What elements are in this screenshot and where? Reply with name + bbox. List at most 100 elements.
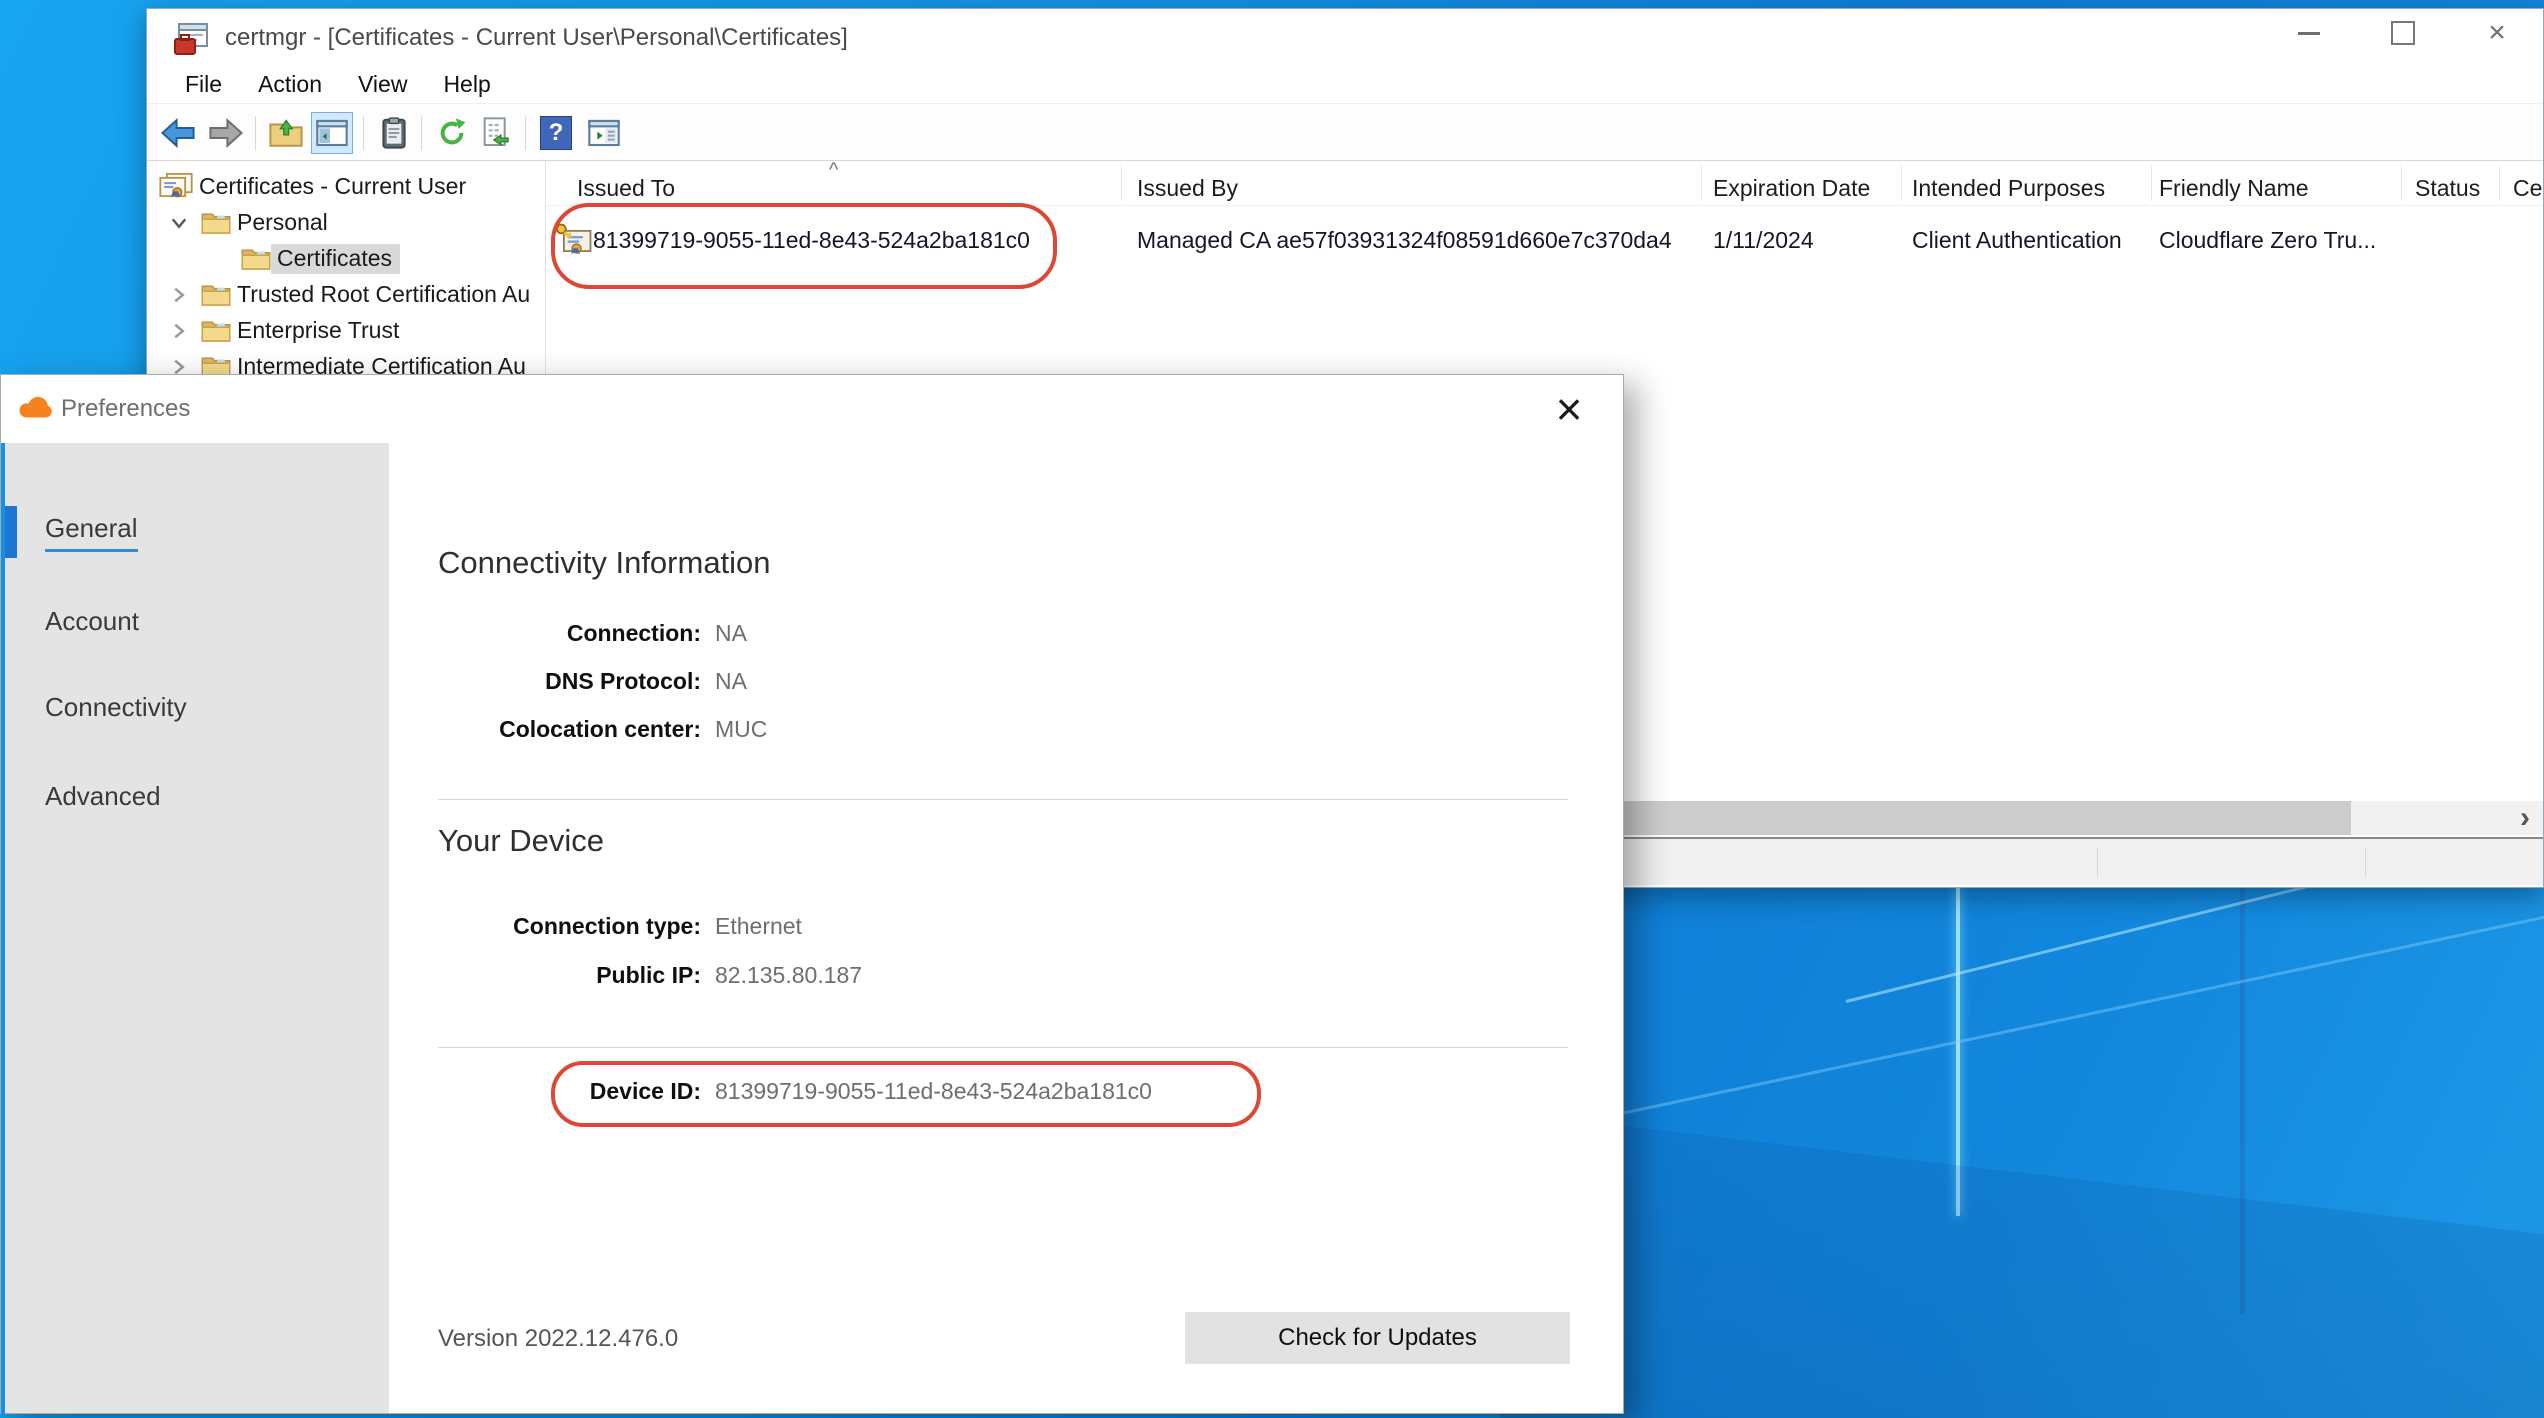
- close-icon: ×: [2488, 18, 2506, 48]
- close-button[interactable]: ×: [2473, 11, 2521, 55]
- wallpaper-shading: [1500, 980, 2544, 1418]
- sidebar-item-advanced[interactable]: Advanced: [5, 770, 389, 822]
- certmgr-menubar: File Action View Help: [147, 67, 2543, 103]
- chevron-collapsed-icon: [169, 321, 189, 341]
- show-console-tree-button[interactable]: [311, 112, 353, 154]
- field-label: Colocation center:: [361, 716, 701, 743]
- export-list-icon: [482, 117, 514, 149]
- field-label: Device ID:: [361, 1078, 701, 1105]
- field-value: 82.135.80.187: [715, 962, 862, 989]
- device-id-value: 81399719-9055-11ed-8e43-524a2ba181c0: [715, 1078, 1152, 1105]
- minimize-button[interactable]: [2285, 11, 2333, 55]
- wallpaper-beam: [1560, 905, 2544, 1128]
- desktop: certmgr - [Certificates - Current User\P…: [0, 0, 2544, 1418]
- column-header-issued-by[interactable]: Issued By: [1137, 175, 1238, 202]
- menu-help[interactable]: Help: [425, 69, 508, 102]
- refresh-icon: [436, 117, 468, 149]
- forward-button[interactable]: [205, 112, 247, 154]
- preferences-close-button[interactable]: ×: [1539, 379, 1599, 439]
- sort-ascending-icon: ^: [829, 159, 838, 182]
- field-label: Connection:: [361, 620, 701, 647]
- section-divider: [438, 1047, 1568, 1048]
- certificates-store-icon: [159, 172, 193, 202]
- up-level-button[interactable]: [265, 112, 307, 154]
- sidebar-item-label: General: [45, 513, 138, 552]
- back-icon: [161, 118, 195, 148]
- column-header-expiration-date[interactable]: Expiration Date: [1713, 175, 1870, 202]
- field-row-dns-protocol: DNS Protocol: NA: [361, 668, 747, 695]
- folder-icon: [201, 318, 231, 344]
- section-heading-connectivity-information: Connectivity Information: [438, 545, 771, 581]
- menu-file[interactable]: File: [167, 69, 240, 102]
- field-value: Ethernet: [715, 913, 802, 940]
- sidebar-item-account[interactable]: Account: [5, 595, 389, 647]
- cell-issued-to: 81399719-9055-11ed-8e43-524a2ba181c0: [593, 227, 1030, 254]
- back-button[interactable]: [157, 112, 199, 154]
- check-for-updates-button[interactable]: Check for Updates: [1185, 1312, 1570, 1364]
- console-tree-icon: [316, 119, 348, 147]
- field-label: DNS Protocol:: [361, 668, 701, 695]
- tree-item-certificates-current-user[interactable]: Certificates - Current User: [159, 169, 474, 205]
- column-header-friendly-name[interactable]: Friendly Name: [2159, 175, 2309, 202]
- preferences-title: Preferences: [61, 395, 190, 423]
- selected-tab-accent: [5, 506, 17, 558]
- certmgr-app-icon: [173, 21, 209, 57]
- action-pane-button[interactable]: [583, 112, 625, 154]
- certmgr-titlebar[interactable]: certmgr - [Certificates - Current User\P…: [147, 9, 2543, 67]
- help-button[interactable]: ?: [535, 112, 577, 154]
- menu-action[interactable]: Action: [240, 69, 340, 102]
- column-header-issued-to[interactable]: Issued To: [577, 175, 675, 202]
- tree-item-label: Certificates - Current User: [193, 172, 474, 202]
- cell-expiration-date: 1/11/2024: [1713, 227, 1814, 254]
- scroll-right-icon: ›: [2520, 801, 2530, 835]
- tree-item-label-selected: Certificates: [271, 244, 400, 274]
- field-label: Public IP:: [361, 962, 701, 989]
- certmgr-toolbar: ?: [147, 103, 2543, 161]
- tree-item-enterprise-trust[interactable]: Enterprise Trust: [169, 313, 407, 349]
- chevron-collapsed-icon: [169, 285, 189, 305]
- section-divider: [438, 799, 1568, 800]
- cell-intended-purposes: Client Authentication: [1912, 227, 2122, 254]
- preferences-window: Preferences × General Account Connectivi…: [0, 374, 1624, 1414]
- sidebar-item-connectivity[interactable]: Connectivity: [5, 681, 389, 733]
- sidebar-item-general[interactable]: General: [5, 506, 389, 558]
- scroll-right-button[interactable]: ›: [2507, 801, 2543, 835]
- column-header-certificate-template[interactable]: Ce: [2513, 175, 2542, 202]
- column-header-status[interactable]: Status: [2415, 175, 2480, 202]
- clipboard-icon: [381, 117, 407, 149]
- tree-item-label: Enterprise Trust: [231, 316, 407, 346]
- field-value: NA: [715, 620, 747, 647]
- close-icon: ×: [1556, 382, 1583, 436]
- section-heading-your-device: Your Device: [438, 823, 604, 859]
- tree-item-certificates[interactable]: Certificates: [241, 241, 400, 277]
- field-row-public-ip: Public IP: 82.135.80.187: [361, 962, 862, 989]
- export-button[interactable]: [477, 112, 519, 154]
- field-row-connection: Connection: NA: [361, 620, 747, 647]
- sidebar-item-label: Account: [45, 606, 139, 637]
- certificate-row[interactable]: 81399719-9055-11ed-8e43-524a2ba181c0 Man…: [547, 215, 2543, 271]
- minimize-icon: [2298, 32, 2320, 35]
- tree-item-label: Personal: [231, 208, 336, 238]
- certificate-with-key-icon: [555, 223, 593, 259]
- preferences-titlebar[interactable]: Preferences ×: [1, 375, 1623, 443]
- maximize-icon: [2391, 21, 2415, 45]
- folder-icon: [201, 282, 231, 308]
- help-icon: ?: [540, 116, 572, 150]
- column-header-intended-purposes[interactable]: Intended Purposes: [1912, 175, 2105, 202]
- maximize-button[interactable]: [2379, 11, 2427, 55]
- refresh-button[interactable]: [431, 112, 473, 154]
- field-row-device-id: Device ID: 81399719-9055-11ed-8e43-524a2…: [361, 1078, 1152, 1105]
- folder-icon: [241, 246, 271, 272]
- field-value: MUC: [715, 716, 767, 743]
- version-text: Version 2022.12.476.0: [438, 1325, 678, 1353]
- tree-item-personal[interactable]: Personal: [169, 205, 336, 241]
- check-for-updates-label: Check for Updates: [1278, 1324, 1477, 1352]
- field-label: Connection type:: [361, 913, 701, 940]
- forward-icon: [209, 118, 243, 148]
- menu-view[interactable]: View: [340, 69, 425, 102]
- tree-item-trusted-root[interactable]: Trusted Root Certification Au: [169, 277, 538, 313]
- paste-button[interactable]: [373, 112, 415, 154]
- folder-icon: [201, 210, 231, 236]
- field-row-colocation-center: Colocation center: MUC: [361, 716, 767, 743]
- sidebar-item-label: Connectivity: [45, 692, 187, 723]
